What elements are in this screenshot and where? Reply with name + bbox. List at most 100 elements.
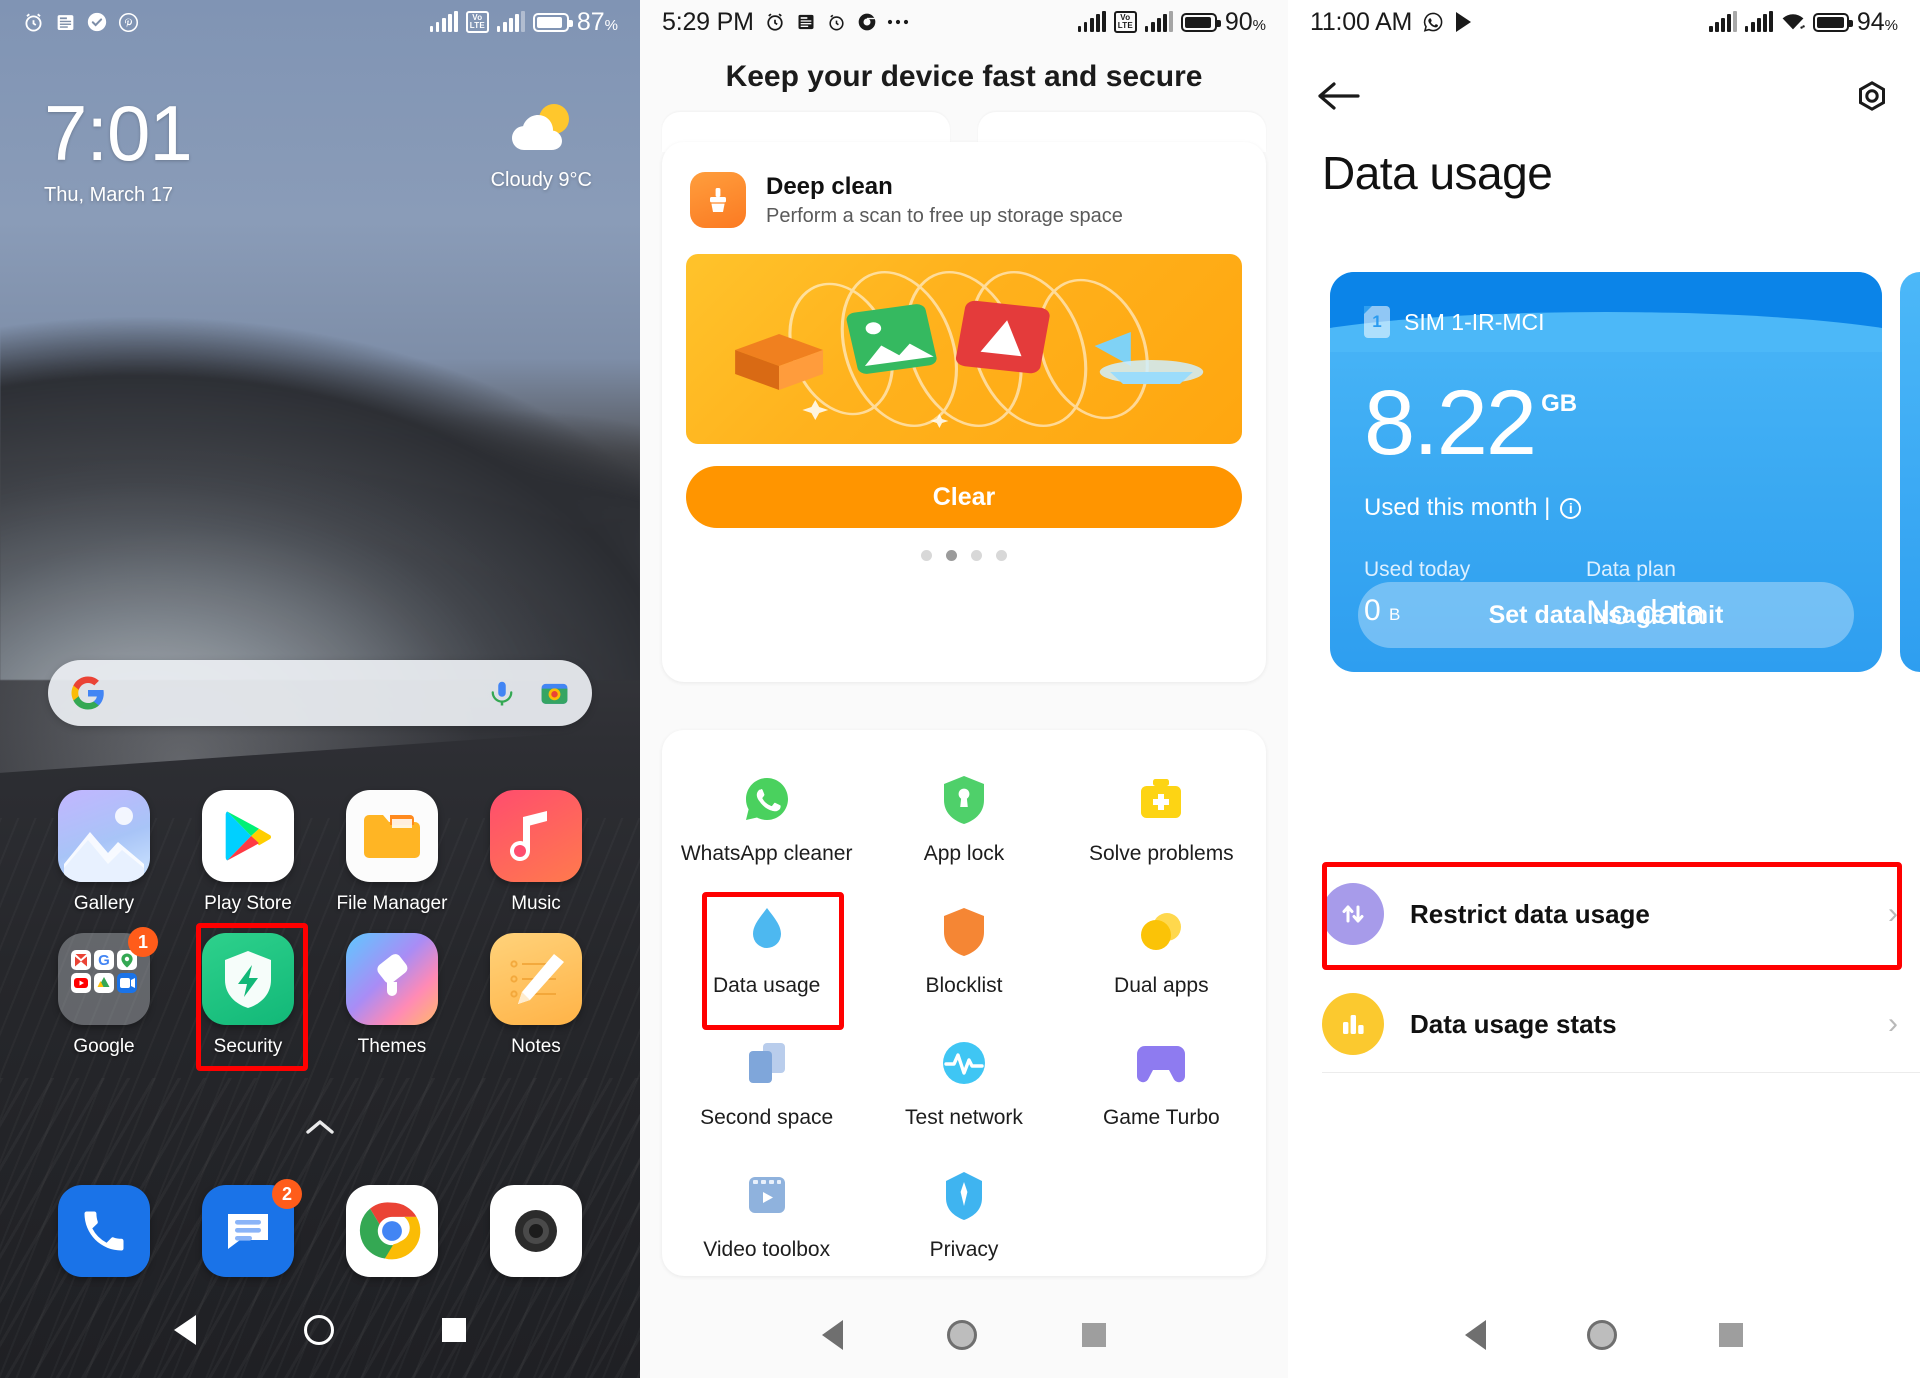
app-notes[interactable]: Notes [464,933,608,1058]
dual-apps-icon [1134,904,1188,958]
feature-video-toolbox[interactable]: Video toolbox [668,1152,865,1284]
feature-privacy[interactable]: Privacy [865,1152,1062,1284]
feature-blocklist[interactable]: Blocklist [865,888,1062,1020]
clear-button[interactable]: Clear [686,466,1242,528]
notification-badge: 2 [272,1179,302,1209]
more-dots-icon [887,18,911,26]
recents-nav-icon[interactable] [1719,1323,1744,1347]
pager-dot[interactable] [921,550,932,561]
feature-label: Dual apps [1114,974,1209,997]
back-nav-icon[interactable] [822,1320,844,1350]
used-today-label: Used today [1364,558,1471,581]
toolbar [1316,66,1892,126]
deep-clean-card[interactable]: Deep clean Perform a scan to free up sto… [662,142,1266,682]
app-music[interactable]: Music [464,790,608,915]
chrome-icon [857,12,877,32]
pager-dot[interactable] [996,550,1007,561]
feature-dual-apps[interactable]: Dual apps [1063,888,1260,1020]
set-data-usage-limit-button[interactable]: Set data usage limit [1358,582,1854,648]
features-card: WhatsApp cleaner App lock Solve problems… [662,730,1266,1276]
play-store-icon [1454,11,1474,33]
usage-value: 8.22 [1364,372,1537,474]
signal-bars-icon-2 [496,11,525,32]
themes-icon [346,933,438,1025]
app-security[interactable]: Security [176,923,320,1071]
weather-label: Cloudy 9°C [490,169,592,191]
sim-row: 1 SIM 1-IR-MCI [1364,306,1545,338]
chevron-right-icon: › [1888,897,1898,930]
chrome-icon [346,1185,438,1277]
dock-phone[interactable] [32,1185,176,1277]
notification-badge: 1 [128,927,158,957]
used-this-month-label: Used this month | [1364,494,1551,521]
panel-home-screen: VoLTE 87% 7:01 Thu, March 17 Cloudy 9°C [0,0,640,1378]
feature-label: Data usage [712,974,821,997]
statusbar-security: 5:29 PM Vo LTE 90% [640,0,1288,44]
video-toolbox-icon [740,1168,794,1222]
dock-camera[interactable] [464,1185,608,1277]
three-panel-screenshot: VoLTE 87% 7:01 Thu, March 17 Cloudy 9°C [0,0,1920,1378]
back-nav-icon[interactable] [174,1315,196,1345]
info-icon[interactable]: i [1560,497,1582,519]
back-arrow-icon[interactable] [1316,79,1362,113]
home-nav-icon[interactable] [1587,1320,1618,1350]
data-plan-label: Data plan [1586,558,1676,581]
recents-nav-icon[interactable] [442,1318,466,1342]
water-drop-icon [740,904,794,958]
storage-files-banner [686,254,1242,444]
list-item-data-usage-stats[interactable]: Data usage stats › [1322,976,1898,1072]
microphone-icon[interactable] [487,678,517,708]
deep-clean-header: Deep clean Perform a scan to free up sto… [662,142,1266,236]
feature-test-network[interactable]: Test network [865,1020,1062,1152]
app-play-store[interactable]: Play Store [176,790,320,915]
list-item-label: Restrict data usage [1410,898,1650,929]
app-file-manager[interactable]: File Manager [320,790,464,915]
clock-widget[interactable]: 7:01 Thu, March 17 [44,94,193,207]
sim-card-peek[interactable] [1900,272,1920,672]
sim-usage-card: 1 SIM 1-IR-MCI 8.22 GB Used this month |… [1330,272,1882,672]
page-title: Keep your device fast and secure [725,60,1203,93]
battery-percent: 90% [1224,7,1266,36]
status-time: 11:00 AM [1310,7,1413,36]
pager-dot[interactable] [971,550,982,561]
app-gallery[interactable]: Gallery [32,790,176,915]
feature-label: WhatsApp cleaner [680,842,853,865]
game-turbo-icon [1134,1036,1188,1090]
panel-data-usage: 11:00 AM 94% Data usage 1 SIM 1-IR-MCI 8… [1288,0,1920,1378]
feature-game-turbo[interactable]: Game Turbo [1063,1020,1260,1152]
volte-icon: Vo LTE [1113,11,1137,33]
back-nav-icon[interactable] [1464,1320,1486,1350]
used-this-month-row[interactable]: Used this month | i [1364,494,1582,522]
battery-icon [1812,12,1853,32]
dock-chrome[interactable] [320,1185,464,1277]
signal-bars-icon-2 [1744,11,1773,32]
clock-date: Thu, March 17 [44,184,173,207]
phone-icon [58,1185,150,1277]
gear-icon[interactable] [1852,76,1892,116]
home-nav-icon[interactable] [947,1320,978,1350]
feature-app-lock[interactable]: App lock [865,756,1062,888]
recents-nav-icon[interactable] [1081,1323,1106,1347]
feature-solve-problems[interactable]: Solve problems [1063,756,1260,888]
feature-whatsapp-cleaner[interactable]: WhatsApp cleaner [668,756,865,888]
feature-data-usage[interactable]: Data usage [668,888,865,1030]
list-item-restrict-data-usage[interactable]: Restrict data usage › [1322,866,1898,962]
notes-icon [490,933,582,1025]
dock-messages[interactable]: 2 [176,1179,320,1277]
carousel-pager[interactable] [662,550,1266,561]
chevron-up-icon[interactable] [0,1118,640,1141]
pager-dot-active[interactable] [946,550,957,561]
features-row-1: WhatsApp cleaner App lock Solve problems [668,756,1260,888]
weather-widget[interactable]: Cloudy 9°C [491,100,592,192]
app-google-folder[interactable]: 1 G Google [32,927,176,1058]
app-label: File Manager [336,893,448,914]
app-themes[interactable]: Themes [320,933,464,1058]
google-lens-icon[interactable] [539,678,570,709]
feature-second-space[interactable]: Second space [668,1020,865,1152]
broom-icon [690,172,746,228]
app-lock-shield-icon [937,772,991,826]
news-icon [55,12,76,33]
search-input[interactable] [48,660,592,726]
dock: 2 [32,1179,608,1277]
home-nav-icon[interactable] [304,1315,334,1345]
